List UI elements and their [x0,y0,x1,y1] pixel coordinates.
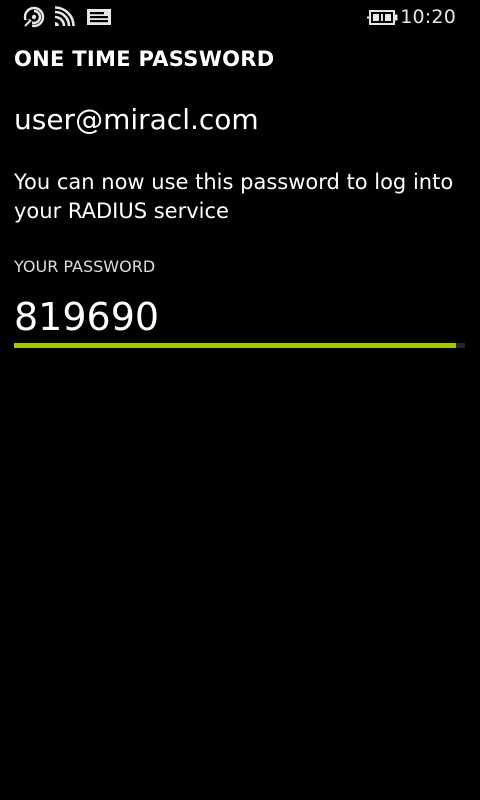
data-sense-icon [23,6,45,28]
battery-charging-icon [367,10,398,25]
notification-icon [87,9,111,25]
info-message: You can now use this password to log int… [14,170,454,223]
account-email: user@miracl.com [14,103,259,136]
one-time-password: 819690 [14,295,160,339]
status-bar: 10:20 [0,0,480,34]
password-validity-bar [14,343,465,348]
password-validity-fill [14,343,456,348]
password-label: YOUR PASSWORD [14,257,156,276]
page-title: ONE TIME PASSWORD [14,47,275,71]
wifi-icon [54,6,75,27]
clock: 10:20 [400,6,456,28]
